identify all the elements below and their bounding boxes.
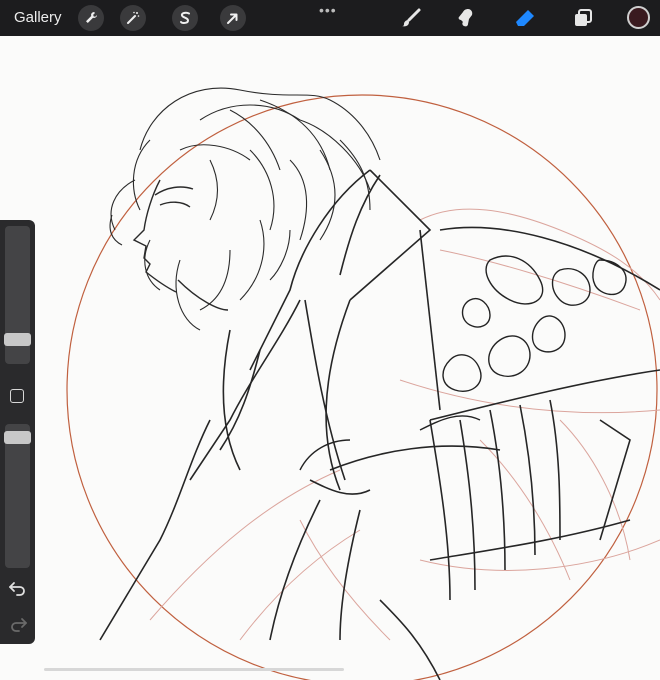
drawing-canvas[interactable] bbox=[0, 36, 660, 680]
actions-button[interactable] bbox=[78, 5, 104, 31]
left-sidebar bbox=[0, 220, 35, 644]
hair-lines bbox=[109, 87, 381, 331]
gallery-button[interactable]: Gallery bbox=[14, 9, 62, 26]
selection-s-icon bbox=[180, 11, 190, 24]
wrench-icon bbox=[86, 12, 97, 23]
top-toolbar: Gallery ••• bbox=[0, 0, 660, 36]
redo-icon[interactable] bbox=[8, 616, 28, 632]
more-options-button[interactable]: ••• bbox=[319, 2, 337, 18]
brush-icon bbox=[402, 8, 421, 27]
brush-opacity-slider[interactable] bbox=[5, 424, 30, 568]
layers-icon bbox=[575, 9, 592, 26]
coat-outlines bbox=[99, 169, 660, 680]
color-picker-swatch[interactable] bbox=[627, 6, 650, 29]
eraser-tool-button[interactable] bbox=[512, 5, 538, 31]
smudge-tool-button[interactable] bbox=[452, 5, 478, 31]
smudge-icon bbox=[458, 9, 473, 27]
transform-button[interactable] bbox=[220, 5, 246, 31]
modify-button[interactable] bbox=[10, 389, 24, 403]
brush-opacity-handle[interactable] bbox=[4, 431, 31, 444]
adjustments-button[interactable] bbox=[120, 5, 146, 31]
undo-icon[interactable] bbox=[8, 580, 28, 596]
arrow-cursor-icon bbox=[227, 13, 238, 24]
layers-button[interactable] bbox=[570, 5, 596, 31]
brush-tool-button[interactable] bbox=[398, 5, 424, 31]
magic-wand-icon bbox=[127, 11, 140, 24]
brush-size-handle[interactable] bbox=[4, 333, 31, 346]
home-indicator bbox=[44, 668, 344, 671]
eraser-icon bbox=[516, 10, 534, 26]
selection-button[interactable] bbox=[172, 5, 198, 31]
